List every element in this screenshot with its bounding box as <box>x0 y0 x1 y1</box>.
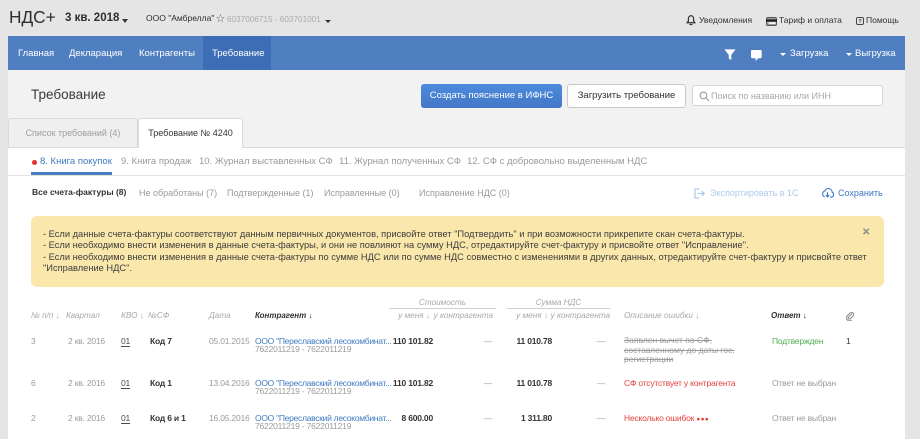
svg-text:?: ? <box>858 19 862 25</box>
